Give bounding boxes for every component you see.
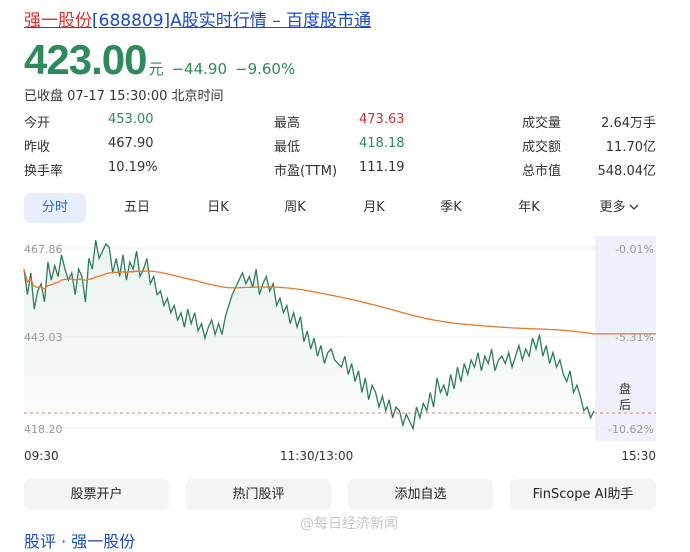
after-hours-label: 盘后 — [618, 381, 632, 413]
time-label-end: 15:30 — [621, 449, 656, 463]
stat-value: 548.04亿 — [597, 164, 657, 179]
stats-row: 昨收 467.90 最低 418.18 成交额 11.70亿 — [24, 136, 656, 158]
stat-label: 总市值 — [522, 164, 562, 179]
stat-value: 473.63 — [359, 112, 405, 127]
stat-value: 111.19 — [359, 160, 405, 175]
finscope-ai-button[interactable]: FinScope AI助手 — [510, 479, 656, 510]
price-unit: 元 — [148, 60, 164, 78]
stock-name: 强一股份 — [24, 11, 92, 31]
stat-label: 昨收 — [24, 140, 51, 155]
time-label-start: 09:30 — [24, 449, 59, 463]
pct-axis-label-top: -0.01% — [615, 243, 654, 256]
pct-axis-label-mid: -5.31% — [615, 331, 654, 344]
stat-label: 最低 — [274, 140, 301, 155]
chart-period-tabs: 分时 五日 日K 周K 月K 季K 年K 更多 — [24, 193, 656, 223]
stat-value: 453.00 — [108, 112, 154, 127]
page-title[interactable]: 强一股份[688809]A股实时行情 – 百度股市通 — [24, 6, 371, 31]
tab-yearly-k[interactable]: 年K — [498, 193, 560, 223]
add-watchlist-button[interactable]: 添加自选 — [348, 479, 493, 510]
tab-intraday[interactable]: 分时 — [24, 193, 86, 223]
after-hours-char: 盘 — [618, 382, 631, 396]
stat-label: 最高 — [274, 116, 301, 131]
stat-label: 换手率 — [24, 164, 64, 179]
stats-row: 换手率 10.19% 市盈(TTM) 111.19 总市值 548.04亿 — [24, 160, 656, 182]
watermark: @每日经济新闻 — [300, 516, 398, 532]
tab-quarterly-k[interactable]: 季K — [420, 193, 482, 223]
title-rest: [688809]A股实时行情 – 百度股市通 — [92, 11, 372, 31]
price-change-pct: −9.60% — [235, 60, 296, 78]
y-axis-label-top: 467.86 — [24, 243, 63, 256]
y-axis-label-bottom: 418.20 — [24, 423, 63, 436]
stat-label: 成交额 — [522, 140, 562, 155]
hot-comments-button[interactable]: 热门股评 — [186, 479, 331, 510]
market-status: 已收盘 07-17 15:30:00 北京时间 — [24, 89, 224, 104]
time-label-mid: 11:30/13:00 — [280, 449, 354, 463]
price-change: −44.90 — [171, 60, 227, 78]
after-hours-char: 后 — [618, 398, 631, 412]
quote-row: 423.00 元 −44.90 −9.60% — [24, 36, 295, 84]
stats-row: 今开 453.00 最高 473.63 成交量 2.64万手 — [24, 112, 656, 134]
stat-value: 10.19% — [108, 160, 158, 175]
stat-value: 2.64万手 — [601, 116, 656, 131]
chevron-down-icon — [629, 204, 638, 210]
tab-more-label: 更多 — [599, 200, 626, 215]
current-price: 423.00 — [24, 36, 147, 83]
stat-value: 418.18 — [359, 136, 405, 151]
stat-label: 成交量 — [522, 116, 562, 131]
pct-axis-label-bottom: -10.62% — [608, 423, 654, 436]
open-account-button[interactable]: 股票开户 — [24, 479, 169, 510]
tab-weekly-k[interactable]: 周K — [264, 193, 326, 223]
tab-five-day[interactable]: 五日 — [106, 193, 168, 223]
intraday-chart[interactable] — [0, 236, 690, 446]
tab-monthly-k[interactable]: 月K — [343, 193, 405, 223]
stat-value: 467.90 — [108, 136, 154, 151]
tab-daily-k[interactable]: 日K — [187, 193, 249, 223]
stat-label: 市盈(TTM) — [274, 164, 338, 179]
tab-more[interactable]: 更多 — [582, 193, 656, 223]
stat-label: 今开 — [24, 116, 51, 131]
price-area — [24, 240, 594, 429]
y-axis-label-mid: 443.03 — [24, 331, 63, 344]
section-heading-cut: 股评 · 强一股份 — [24, 532, 136, 551]
stat-value: 11.70亿 — [605, 140, 656, 155]
